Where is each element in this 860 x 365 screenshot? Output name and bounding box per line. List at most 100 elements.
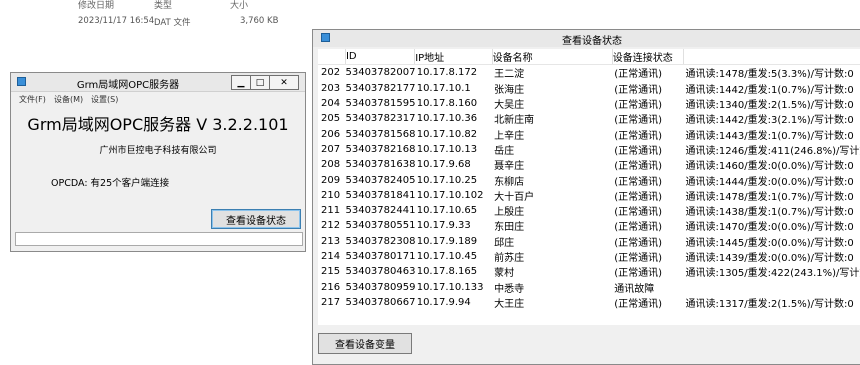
ip-address: 10.17.10.102 (416, 189, 484, 201)
device-status-window: 查看设备状态 ID IP地址 设备名称 设备连接状态 202 5340378200… (312, 29, 860, 365)
menu-settings[interactable]: 设置(S) (91, 94, 118, 105)
col-header-index[interactable] (318, 49, 346, 66)
connection-status: (正常通讯) (614, 115, 663, 127)
ip-address: 10.17.9.189 (416, 235, 478, 247)
server-window-title: Grm局域网OPC服务器 (76, 80, 180, 91)
table-row[interactable]: 207 53403782168 10.17.10.13 岳庄 (正常通讯) 通讯读:124… (318, 142, 860, 157)
connection-status: (正常通讯) (614, 176, 663, 188)
col-header-connection-status[interactable]: 设备连接状态 (612, 49, 684, 66)
table-row[interactable]: 209 53403782405 10.17.10.25 东柳店 (正常通讯) 通讯读:14… (318, 172, 860, 188)
device-id: 53403782441 (345, 205, 415, 217)
device-id: 53403782168 (345, 143, 415, 155)
ip-address: 10.17.10.65 (416, 205, 478, 217)
connection-status: (正常通讯) (614, 222, 663, 234)
device-id: 53403781841 (345, 189, 415, 201)
table-row[interactable]: 214 53403780171 10.17.10.45 前苏庄 (正常通讯) 通讯读:14… (318, 249, 860, 264)
minimize-button[interactable]: ▁ (231, 75, 251, 90)
view-device-status-button[interactable]: 查看设备状态 (211, 209, 301, 229)
connection-status: (正常通讯) (614, 191, 663, 203)
table-row[interactable]: 211 53403782441 10.17.10.65 上殷庄 (正常通讯) 通讯读:14… (318, 203, 860, 218)
device-name: 上辛庄 (494, 130, 525, 142)
device-name: 东柳店 (494, 176, 525, 188)
col-header-id[interactable]: ID (345, 49, 416, 66)
connection-status: (正常通讯) (614, 298, 663, 310)
device-id: 53403782308 (345, 235, 415, 247)
comm-stats: 通讯读:1445/重发:0(0.0%)/写计数:0 (685, 237, 854, 249)
view-device-variables-button[interactable]: 查看设备变量 (318, 333, 412, 354)
row-index: 216 (321, 281, 341, 293)
ip-address: 10.17.8.172 (416, 67, 478, 79)
window-controls: ▁ □ ✕ (231, 75, 299, 90)
table-row[interactable]: 216 53403780959 10.17.10.133 中悉寺 通讯故障 (318, 279, 860, 295)
comm-stats (683, 279, 860, 294)
connection-status: (正常通讯) (614, 268, 663, 280)
comm-stats: 通讯读:1442/重发:3(2.1%)/写计数:0 (685, 115, 854, 127)
row-index: 213 (321, 235, 341, 247)
row-index: 203 (321, 82, 341, 94)
device-id: 53403782177 (345, 82, 415, 94)
table-row[interactable]: 215 53403780463 10.17.8.165 蒙村 (正常通讯) 通讯读:130… (318, 264, 860, 279)
connection-status: (正常通讯) (614, 253, 663, 264)
maximize-button[interactable]: □ (250, 75, 270, 90)
connection-status: (正常通讯) (614, 84, 663, 96)
table-row[interactable]: 205 53403782317 10.17.10.36 北新庄南 (正常通讯) 通讯读:1… (318, 111, 860, 126)
table-row[interactable]: 210 53403781841 10.17.10.102 大十百户 (正常通讯) 通讯读:… (318, 188, 860, 203)
connection-status: (正常通讯) (614, 130, 663, 142)
bg-file-size: 3,760 KB (240, 16, 279, 26)
connection-status: (正常通讯) (614, 69, 663, 81)
table-header-row: ID IP地址 设备名称 设备连接状态 (318, 49, 860, 66)
table-row[interactable]: 212 53403780551 10.17.9.33 东田庄 (正常通讯) 通讯读:147… (318, 218, 860, 233)
device-id: 53403780959 (345, 281, 415, 293)
background-file-row[interactable]: 2023/11/17 16:54 DAT 文件 3,760 KB (70, 16, 290, 28)
comm-stats: 通讯读:1478/重发:5(3.3%)/写计数:0 (685, 69, 854, 81)
ip-address: 10.17.8.165 (416, 266, 478, 278)
device-id: 53403780171 (345, 251, 415, 262)
ip-address: 10.17.10.45 (416, 251, 478, 262)
table-row[interactable]: 206 53403781568 10.17.10.82 上辛庄 (正常通讯) 通讯读:14… (318, 126, 860, 142)
row-index: 211 (321, 205, 341, 217)
device-status-titlebar[interactable]: 查看设备状态 (313, 30, 860, 47)
device-name: 中悉寺 (494, 283, 525, 295)
device-name: 上殷庄 (494, 207, 525, 219)
connection-status: (正常通讯) (614, 145, 663, 157)
server-titlebar[interactable]: Grm局域网OPC服务器 ▁ □ ✕ (11, 73, 305, 92)
col-header-device-name[interactable]: 设备名称 (492, 49, 613, 66)
ip-address: 10.17.10.13 (416, 143, 478, 155)
table-row[interactable]: 208 53403781638 10.17.9.68 聂辛庄 (正常通讯) 通讯读:146… (318, 157, 860, 172)
ip-address: 10.17.10.1 (416, 82, 471, 94)
row-index: 204 (321, 98, 341, 110)
table-row[interactable]: 204 53403781595 10.17.8.160 大吴庄 (正常通讯) 通讯读:13… (318, 96, 860, 111)
connection-status: (正常通讯) (614, 237, 663, 249)
company-name: 广州市巨控电子科技有限公司 (99, 146, 217, 156)
device-name: 前苏庄 (494, 253, 525, 264)
col-header-comm-stats[interactable] (683, 49, 860, 66)
device-name: 张海庄 (494, 84, 525, 96)
connection-status: 通讯故障 (614, 283, 655, 295)
row-index: 210 (321, 189, 341, 201)
bg-col-date: 修改日期 (78, 1, 115, 11)
background-file-header: 修改日期 类型 大小 (70, 0, 280, 12)
device-id: 53403782007 (345, 67, 415, 79)
row-index: 202 (321, 67, 341, 79)
col-header-ip[interactable]: IP地址 (414, 49, 493, 66)
close-button[interactable]: ✕ (269, 75, 299, 90)
row-index: 207 (321, 143, 341, 155)
menu-file[interactable]: 文件(F) (19, 94, 46, 105)
table-row[interactable]: 202 53403782007 10.17.8.172 王二淀 (正常通讯) 通讯读:14… (318, 65, 860, 81)
table-row[interactable]: 217 53403780667 10.17.9.94 大王庄 (正常通讯) 通讯读:131… (318, 295, 860, 310)
device-id: 53403781568 (345, 128, 415, 140)
connection-status: (正常通讯) (614, 161, 663, 173)
comm-stats: 通讯读:1470/重发:0(0.0%)/写计数:0 (685, 222, 854, 234)
bg-file-type: DAT 文件 (154, 18, 191, 28)
device-table-container[interactable]: ID IP地址 设备名称 设备连接状态 202 53403782007 10.17.… (318, 49, 860, 325)
opcda-status: OPCDA: 有25个客户端连接 (51, 178, 170, 189)
device-name: 岳庄 (494, 145, 515, 157)
comm-stats: 通讯读:1246/重发:411(246.8%)/写计数:0 (685, 145, 860, 157)
table-row[interactable]: 213 53403782308 10.17.9.189 邱庄 (正常通讯) 通讯读:144… (318, 234, 860, 249)
row-index: 206 (321, 128, 341, 140)
menu-device[interactable]: 设备(M) (54, 94, 83, 105)
device-name: 蒙村 (494, 268, 515, 280)
device-id: 53403780551 (345, 220, 415, 232)
row-index: 208 (321, 159, 341, 171)
table-row[interactable]: 203 53403782177 10.17.10.1 张海庄 (正常通讯) 通讯读:144… (318, 81, 860, 96)
